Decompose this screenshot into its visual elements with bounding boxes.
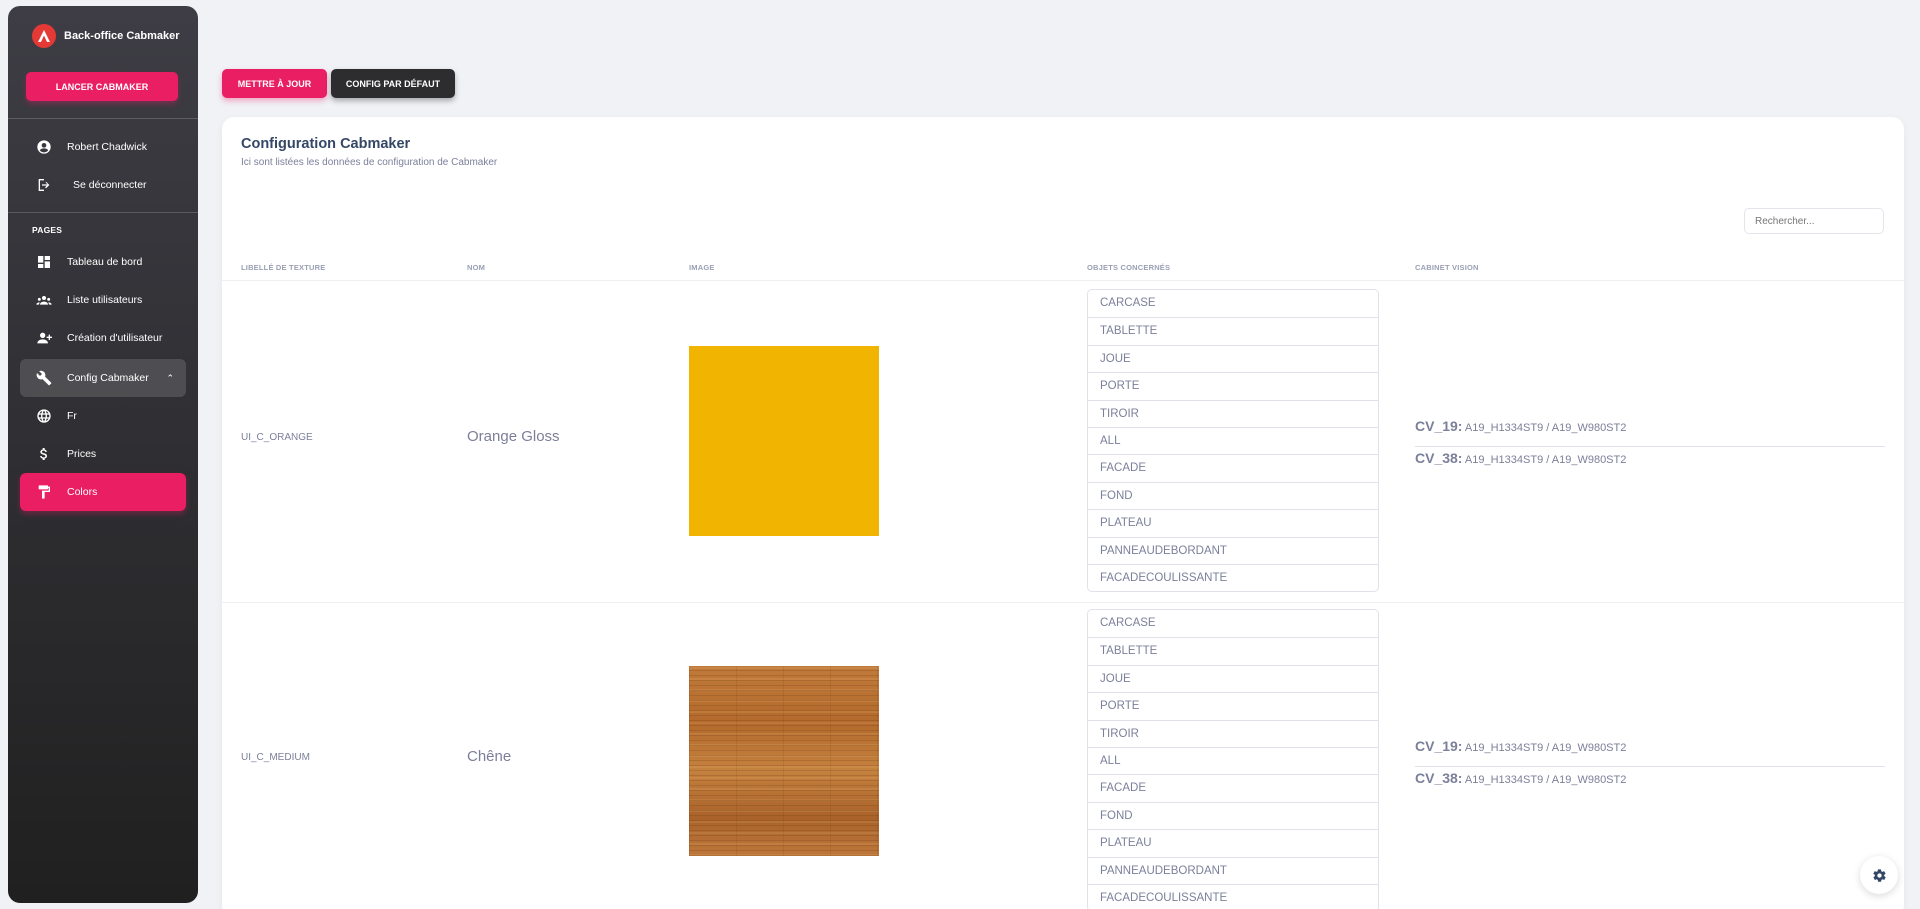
- cv-value: A19_H1334ST9 / A19_W980ST2: [1464, 742, 1627, 754]
- sidebar-item-prices[interactable]: Prices: [20, 435, 186, 473]
- list-item: FACADECOULISSANTE: [1088, 883, 1378, 909]
- list-item: PANNEAUDEBORDANT: [1088, 536, 1378, 564]
- objects-list: CARCASE TABLETTE JOUE PORTE TIROIR ALL F…: [1087, 289, 1379, 593]
- brand-logo-icon: [32, 24, 56, 48]
- brand[interactable]: Back-office Cabmaker: [8, 6, 198, 66]
- cv-key: CV_38:: [1415, 450, 1463, 466]
- texture-image: [689, 666, 879, 856]
- table-row: UI_C_ORANGE Orange Gloss CARCASE TABLETT…: [222, 281, 1904, 601]
- list-item: ALL: [1088, 426, 1378, 454]
- list-item: PORTE: [1088, 692, 1378, 719]
- cv-key: CV_38:: [1415, 770, 1463, 786]
- sidebar-item-language[interactable]: Fr: [20, 397, 186, 435]
- sidebar-item-label: Config Cabmaker: [67, 372, 149, 384]
- list-item: FOND: [1088, 481, 1378, 509]
- group-icon: [35, 291, 53, 309]
- list-item: TABLETTE: [1088, 317, 1378, 344]
- list-item: PLATEAU: [1088, 509, 1378, 536]
- dollar-icon: [35, 445, 53, 463]
- cv-value: A19_H1334ST9 / A19_W980ST2: [1464, 454, 1627, 466]
- texture-label: UI_C_ORANGE: [241, 432, 313, 443]
- sidebar-item-dashboard[interactable]: Tableau de bord: [20, 243, 186, 281]
- gear-icon: [1872, 868, 1886, 882]
- brand-name: Back-office Cabmaker: [64, 30, 180, 42]
- sidebar: Back-office Cabmaker LANCER CABMAKER Rob…: [8, 6, 198, 903]
- cv-value: A19_H1334ST9 / A19_W980ST2: [1464, 774, 1627, 786]
- page-title: Configuration Cabmaker: [241, 136, 411, 152]
- sidebar-item-label: Liste utilisateurs: [67, 294, 143, 306]
- sidebar-item-label: Colors: [67, 486, 98, 498]
- default-config-button[interactable]: CONFIG PAR DÉFAUT: [331, 69, 455, 98]
- column-header-cabinet-vision: CABINET VISION: [1415, 263, 1479, 272]
- sidebar-item-colors[interactable]: Colors: [20, 473, 186, 511]
- cv-key: CV_19:: [1415, 738, 1463, 754]
- search-input[interactable]: [1744, 208, 1884, 234]
- column-header-name: NOM: [467, 263, 486, 272]
- sidebar-item-config-cabmaker[interactable]: Config Cabmaker ⌃: [20, 359, 186, 397]
- list-item: FACADE: [1088, 454, 1378, 481]
- list-item: CARCASE: [1100, 297, 1156, 309]
- chevron-up-icon: ⌃: [166, 372, 174, 383]
- list-item: FACADECOULISSANTE: [1088, 563, 1378, 591]
- texture-label: UI_C_MEDIUM: [241, 752, 310, 763]
- page-subtitle: Ici sont listées les données de configur…: [241, 157, 498, 168]
- sidebar-item-create-user[interactable]: Création d'utilisateur: [20, 319, 186, 357]
- list-item: PORTE: [1088, 372, 1378, 399]
- list-item: TABLETTE: [1088, 637, 1378, 664]
- sidebar-item-label: Se déconnecter: [73, 179, 147, 191]
- list-item: ALL: [1088, 746, 1378, 774]
- list-item: FACADE: [1088, 774, 1378, 801]
- list-item: PLATEAU: [1088, 829, 1378, 856]
- section-label-pages: PAGES: [32, 225, 63, 235]
- list-item: TIROIR: [1088, 719, 1378, 747]
- list-item: TIROIR: [1088, 399, 1378, 427]
- texture-image: [689, 346, 879, 536]
- paint-roller-icon: [35, 483, 53, 501]
- list-item: JOUE: [1088, 664, 1378, 692]
- list-item: CARCASE: [1100, 617, 1156, 629]
- list-item: JOUE: [1088, 344, 1378, 372]
- texture-name: Orange Gloss: [467, 428, 560, 445]
- globe-icon: [35, 407, 53, 425]
- objects-list: CARCASE TABLETTE JOUE PORTE TIROIR ALL F…: [1087, 609, 1379, 909]
- config-card: Configuration Cabmaker Ici sont listées …: [222, 117, 1904, 909]
- column-header-objects: OBJETS CONCERNÉS: [1087, 263, 1171, 272]
- cabinet-vision-entry: CV_38: A19_H1334ST9 / A19_W980ST2: [1415, 770, 1885, 786]
- cabinet-vision-entry: CV_38: A19_H1334ST9 / A19_W980ST2: [1415, 450, 1885, 466]
- list-item: PANNEAUDEBORDANT: [1088, 856, 1378, 884]
- launch-cabmaker-button[interactable]: LANCER CABMAKER: [26, 72, 178, 101]
- list-item: FOND: [1088, 801, 1378, 829]
- sidebar-item-users[interactable]: Liste utilisateurs: [20, 281, 186, 319]
- account-circle-icon: [35, 138, 53, 156]
- sidebar-item-label: Fr: [67, 410, 77, 422]
- cabinet-vision-entry: CV_19: A19_H1334ST9 / A19_W980ST2: [1415, 738, 1885, 767]
- sidebar-item-label: Tableau de bord: [67, 256, 143, 268]
- dashboard-icon: [35, 253, 53, 271]
- cabinet-vision-entry: CV_19: A19_H1334ST9 / A19_W980ST2: [1415, 418, 1885, 447]
- column-header-texture-label: LIBELLÉ DE TEXTURE: [241, 263, 326, 272]
- person-add-icon: [35, 329, 53, 347]
- texture-name: Chêne: [467, 748, 512, 765]
- sidebar-item-logout[interactable]: Se déconnecter: [20, 166, 186, 204]
- settings-button[interactable]: [1860, 856, 1898, 894]
- sidebar-item-label: Création d'utilisateur: [67, 332, 163, 344]
- update-button[interactable]: METTRE À JOUR: [222, 69, 327, 98]
- sidebar-item-label: Robert Chadwick: [67, 141, 147, 153]
- sidebar-item-label: Prices: [67, 448, 97, 460]
- cv-key: CV_19:: [1415, 418, 1463, 434]
- logout-icon: [35, 176, 53, 194]
- column-header-image: IMAGE: [689, 263, 715, 272]
- wrench-icon: [35, 369, 53, 387]
- cv-value: A19_H1334ST9 / A19_W980ST2: [1464, 422, 1627, 434]
- sidebar-item-profile[interactable]: Robert Chadwick: [20, 128, 186, 166]
- table-row: UI_C_MEDIUM Chêne CARCASE TABLETTE JOUE …: [222, 601, 1904, 909]
